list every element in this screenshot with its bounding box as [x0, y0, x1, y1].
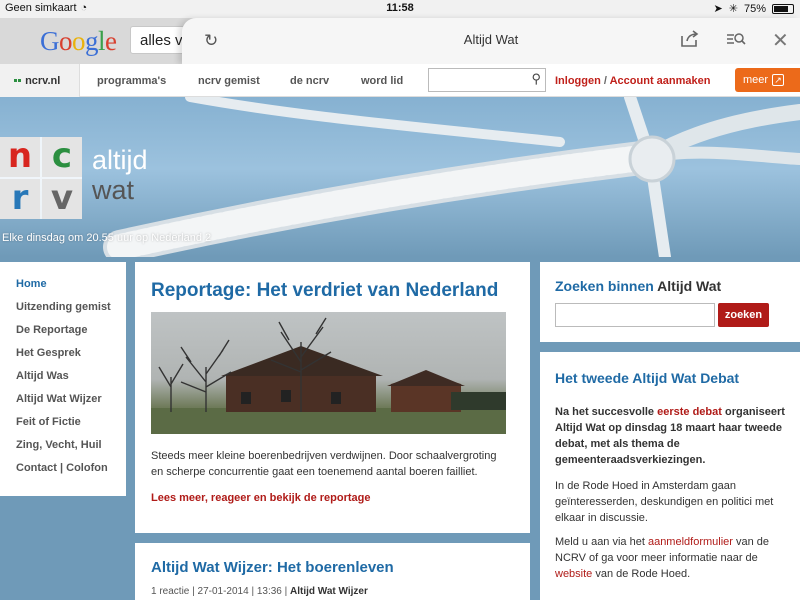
battery-icon: [772, 3, 794, 14]
nav-item-programmas[interactable]: programma's: [97, 75, 166, 87]
logo-letter-r: r: [0, 179, 40, 219]
nav-item-de-ncrv[interactable]: de ncrv: [290, 75, 329, 87]
ncrv-logo: n c r v: [0, 137, 82, 219]
clock: 11:58: [386, 2, 414, 14]
external-arrow-icon: ↗: [772, 74, 785, 86]
section-search-card: Zoeken binnen Altijd Wat zoeken: [540, 262, 800, 342]
section-search-heading: Zoeken binnen Altijd Wat: [555, 278, 722, 294]
logo-letter-c: c: [42, 137, 82, 177]
article-card: Altijd Wat Wijzer: Het boerenleven 1 rea…: [135, 543, 530, 600]
location-icon: ➤: [713, 3, 723, 15]
google-search-input[interactable]: alles v: [130, 26, 190, 54]
menu-item-feit-of-fictie[interactable]: Feit of Fictie: [16, 416, 126, 439]
site-nav: ncrv.nl programma's ncrv gemist de ncrv …: [0, 64, 800, 97]
menu-item-het-gesprek[interactable]: Het Gesprek: [16, 347, 126, 370]
share-icon[interactable]: [680, 30, 700, 53]
bluetooth-icon: ✳: [728, 3, 738, 15]
menu-item-contact-colofon[interactable]: Contact | Colofon: [16, 462, 126, 485]
menu-item-uitzending-gemist[interactable]: Uitzending gemist: [16, 301, 126, 324]
section-search-input[interactable]: [555, 303, 715, 327]
nav-item-ncrv-gemist[interactable]: ncrv gemist: [198, 75, 260, 87]
article-meta-info: 1 reactie | 27-01-2014 | 13:36 |: [151, 586, 288, 597]
hero-banner: n c r v altijd wat Elke dinsdag om 20.55…: [0, 97, 800, 257]
website-link[interactable]: website: [555, 568, 592, 580]
article-category-link[interactable]: Altijd Wat Wijzer: [290, 586, 368, 597]
logo-letter-n: n: [0, 137, 40, 177]
debat-intro: Na het succesvolle eerste debat organise…: [555, 406, 785, 466]
nav-item-word-lid[interactable]: word lid: [361, 75, 403, 87]
article-meta: 1 reactie | 27-01-2014 | 13:36 | Altijd …: [151, 586, 368, 597]
menu-item-altijd-wat-wijzer[interactable]: Altijd Wat Wijzer: [16, 393, 126, 416]
section-menu: Home Uitzending gemist De Reportage Het …: [0, 262, 126, 496]
logo-letter-v: v: [42, 179, 82, 219]
reader-search-icon[interactable]: [726, 30, 746, 53]
menu-item-home[interactable]: Home: [16, 278, 126, 301]
create-account-link[interactable]: Account aanmaken: [610, 75, 711, 87]
read-more-link[interactable]: Lees meer, reageer en bekijk de reportag…: [151, 492, 371, 504]
status-bar: Geen simkaart ◔ 11:58 ➤ ✳ 75%: [0, 0, 800, 18]
eerste-debat-link[interactable]: eerste debat: [657, 406, 722, 418]
page-title[interactable]: Altijd Wat: [302, 32, 680, 47]
aanmeldformulier-link[interactable]: aanmeldformulier: [648, 536, 733, 548]
search-icon[interactable]: ⚲: [531, 71, 541, 87]
article-title[interactable]: Reportage: Het verdriet van Nederland: [151, 280, 498, 302]
battery-percent: 75%: [743, 2, 766, 15]
show-title: altijd wat: [92, 145, 148, 205]
reload-icon[interactable]: ↻: [204, 31, 218, 51]
menu-item-altijd-was[interactable]: Altijd Was: [16, 370, 126, 393]
menu-item-zing-vecht-huil[interactable]: Zing, Vecht, Huil: [16, 439, 126, 462]
site-search-input[interactable]: ⚲: [428, 68, 546, 92]
meer-button[interactable]: meer ↗: [735, 68, 800, 92]
ncrv-home-link[interactable]: ncrv.nl: [0, 64, 80, 97]
url-panel: ↻ Altijd Wat ✕: [182, 18, 800, 64]
zoeken-button[interactable]: zoeken: [718, 303, 769, 327]
article-summary: Steeds meer kleine boerenbedrijven verdw…: [151, 450, 497, 478]
browser-toolbar: Google alles v ↻ Altijd Wat ✕: [0, 18, 800, 64]
google-logo[interactable]: Google: [40, 26, 117, 57]
debat-card: Het tweede Altijd Wat Debat Na het succe…: [540, 352, 800, 600]
article-card: Reportage: Het verdriet van Nederland St…: [135, 262, 530, 533]
login-link[interactable]: Inloggen: [555, 75, 601, 87]
menu-item-de-reportage[interactable]: De Reportage: [16, 324, 126, 347]
article-title[interactable]: Altijd Wat Wijzer: Het boerenleven: [151, 559, 394, 576]
broadcast-info: Elke dinsdag om 20.55 uur op Nederland 2: [2, 232, 212, 244]
login-links: Inloggen / Account aanmaken: [555, 75, 711, 87]
farmhouse-photo[interactable]: [151, 312, 506, 434]
debat-location-text: In de Rode Hoed in Amsterdam gaan geïnte…: [555, 480, 774, 524]
battery-fill: [774, 5, 788, 12]
close-icon[interactable]: ✕: [772, 28, 789, 53]
debat-title[interactable]: Het tweede Altijd Wat Debat: [555, 370, 739, 386]
debat-signup-text: Meld u aan via het aanmeldformulier van …: [555, 536, 770, 580]
